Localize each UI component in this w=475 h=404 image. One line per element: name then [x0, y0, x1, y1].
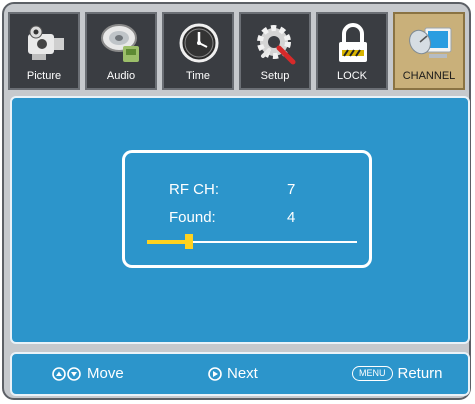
rf-channel-label: RF CH: — [169, 181, 219, 198]
move-label: Move — [87, 365, 124, 382]
padlock-icon — [339, 23, 367, 62]
footer-hints: Move Next MENU Return — [10, 352, 470, 396]
clock-icon — [179, 23, 219, 63]
move-hint: Move — [52, 365, 124, 382]
scan-dialog: RF CH: 7 Found: 4 — [122, 150, 372, 268]
tab-label: CHANNEL — [402, 70, 456, 82]
next-hint: Next — [208, 365, 258, 382]
tab-label: Picture — [26, 70, 62, 82]
rf-channel-row: RF CH: 7 — [169, 181, 295, 198]
tab-label: Time — [185, 70, 211, 82]
tab-setup[interactable]: Setup — [239, 12, 311, 90]
menu-tabs: Picture Audio Time Setup LOCK CHANNEL — [8, 12, 468, 90]
next-label: Next — [227, 365, 258, 382]
found-row: Found: 4 — [169, 209, 295, 226]
tab-audio[interactable]: Audio — [85, 12, 157, 90]
tab-label: Audio — [106, 70, 136, 82]
tab-lock[interactable]: LOCK — [316, 12, 388, 90]
audio-speaker-icon — [101, 24, 139, 62]
progress-fill — [147, 240, 189, 244]
channel-scan-panel: RF CH: 7 Found: 4 — [10, 96, 470, 344]
camera-icon — [28, 25, 64, 60]
tab-time[interactable]: Time — [162, 12, 234, 90]
satellite-dish-icon — [409, 27, 452, 58]
rf-channel-value: 7 — [287, 181, 296, 198]
return-hint: MENU Return — [352, 365, 443, 382]
tab-channel[interactable]: CHANNEL — [393, 12, 465, 90]
tab-label: Setup — [260, 70, 290, 82]
return-label: Return — [397, 365, 443, 382]
gear-wrench-icon — [257, 25, 296, 65]
tab-label: LOCK — [337, 70, 367, 82]
up-down-arrows-icon — [52, 366, 81, 381]
tab-picture[interactable]: Picture — [8, 12, 80, 90]
right-arrow-circle-icon — [208, 366, 222, 381]
found-label: Found: — [169, 209, 216, 226]
found-value: 4 — [287, 209, 296, 226]
progress-knob — [185, 234, 193, 249]
menu-key-icon: MENU — [352, 366, 393, 381]
